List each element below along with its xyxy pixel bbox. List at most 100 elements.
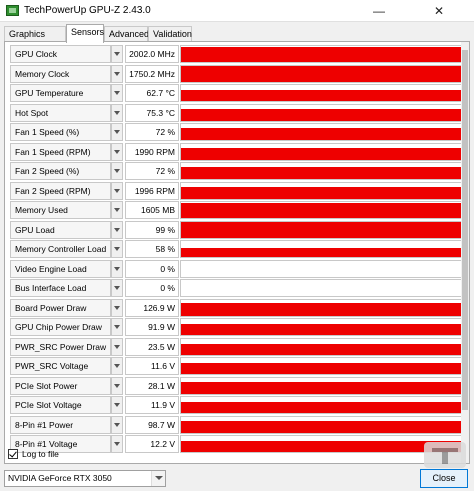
sensor-row: PWR_SRC Voltage 11.6 V (8, 357, 466, 376)
chevron-down-icon[interactable] (111, 337, 123, 356)
sensor-graph (180, 396, 463, 414)
chevron-down-icon[interactable] (111, 103, 123, 122)
chevron-down-icon[interactable] (111, 240, 123, 258)
sensor-graph-fill (181, 362, 462, 374)
minimize-icon[interactable]: — (360, 0, 398, 22)
sensor-row: PCIe Slot Voltage 11.9 V (8, 396, 466, 415)
chevron-down-icon[interactable] (111, 64, 123, 83)
sensor-value: 1996 RPM (125, 181, 179, 200)
watermark-logo (424, 442, 466, 468)
sensor-name: GPU Chip Power Draw (10, 318, 111, 336)
sensor-graph-fill (181, 128, 462, 140)
sensor-value: 91.9 W (125, 318, 179, 336)
chevron-down-icon[interactable] (111, 376, 123, 395)
sensor-graph-fill (181, 247, 462, 257)
sensor-name: PWR_SRC Power Draw (10, 337, 111, 356)
sensor-row: Hot Spot 75.3 °C (8, 103, 466, 123)
sensor-value: 1750.2 MHz (125, 64, 179, 83)
sensor-row: GPU Chip Power Draw 91.9 W (8, 318, 466, 337)
sensor-graph (180, 162, 463, 180)
chevron-down-icon[interactable] (111, 259, 123, 278)
gpu-z-app-icon (6, 5, 19, 16)
sensor-graph (180, 64, 463, 83)
sensor-graph (180, 435, 463, 453)
chevron-down-icon[interactable] (111, 298, 123, 317)
sensor-graph (180, 45, 463, 63)
chevron-down-icon[interactable] (111, 162, 123, 180)
sensor-graph (180, 259, 463, 278)
sensor-row: Memory Used 1605 MB (8, 201, 466, 220)
chevron-down-icon[interactable] (111, 415, 123, 434)
sensor-graph-fill (181, 401, 462, 413)
sensor-name: Fan 1 Speed (RPM) (10, 142, 111, 161)
sensor-name: Fan 2 Speed (%) (10, 162, 111, 180)
scrollbar-thumb[interactable] (462, 50, 468, 410)
log-to-file-label: Log to file (22, 449, 59, 459)
chevron-down-icon[interactable] (111, 357, 123, 375)
sensor-graph-fill (181, 109, 462, 121)
chevron-down-icon[interactable] (111, 279, 123, 297)
chevron-down-icon[interactable] (111, 201, 123, 219)
sensor-row: GPU Load 99 % (8, 220, 466, 240)
sensor-graph-fill (181, 323, 462, 335)
sensor-name: GPU Temperature (10, 84, 111, 102)
sensor-value: 2002.0 MHz (125, 45, 179, 63)
chevron-down-icon[interactable] (151, 471, 165, 486)
sensor-graph (180, 415, 463, 434)
sensor-row: Fan 1 Speed (RPM) 1990 RPM (8, 142, 466, 162)
sensor-value: 1605 MB (125, 201, 179, 219)
sensor-name: GPU Load (10, 220, 111, 239)
sensor-name: GPU Clock (10, 45, 111, 63)
sensor-graph (180, 337, 463, 356)
sensor-row: Bus Interface Load 0 % (8, 279, 466, 298)
vertical-scrollbar[interactable] (461, 42, 469, 463)
sensor-name: Memory Controller Load (10, 240, 111, 258)
sensor-value: 99 % (125, 220, 179, 239)
tab-validation[interactable]: Validation (148, 26, 192, 42)
chevron-down-icon[interactable] (111, 396, 123, 414)
sensor-value: 58 % (125, 240, 179, 258)
sensor-name: 8-Pin #1 Power (10, 415, 111, 434)
sensor-name: Board Power Draw (10, 298, 111, 317)
sensor-value: 23.5 W (125, 337, 179, 356)
tab-graphics-card[interactable]: Graphics Card (4, 26, 66, 54)
sensor-row: PCIe Slot Power 28.1 W (8, 376, 466, 396)
sensor-row: Board Power Draw 126.9 W (8, 298, 466, 318)
sensor-value: 72 % (125, 123, 179, 141)
chevron-down-icon[interactable] (111, 220, 123, 239)
chevron-down-icon[interactable] (111, 123, 123, 141)
chevron-down-icon[interactable] (111, 181, 123, 200)
sensor-value: 28.1 W (125, 376, 179, 395)
sensor-value: 0 % (125, 279, 179, 297)
chevron-down-icon[interactable] (111, 84, 123, 102)
sensor-graph (180, 376, 463, 395)
chevron-down-icon[interactable] (111, 142, 123, 161)
sensor-row: Memory Controller Load 58 % (8, 240, 466, 259)
close-button[interactable]: Close (420, 469, 468, 488)
sensor-graph (180, 357, 463, 375)
chevron-down-icon[interactable] (111, 318, 123, 336)
sensor-name: PCIe Slot Voltage (10, 396, 111, 414)
sensor-graph (180, 201, 463, 219)
sensor-row: PWR_SRC Power Draw 23.5 W (8, 337, 466, 357)
sensor-value: 72 % (125, 162, 179, 180)
chevron-down-icon[interactable] (111, 45, 123, 63)
log-to-file-checkbox[interactable] (8, 449, 18, 459)
sensor-name: Memory Clock (10, 64, 111, 83)
chevron-down-icon[interactable] (111, 435, 123, 453)
sensor-graph-fill (181, 302, 462, 316)
sensor-graph-fill (181, 221, 462, 238)
tab-sensors[interactable]: Sensors (66, 24, 104, 43)
sensor-value: 1990 RPM (125, 142, 179, 161)
sensor-row: GPU Temperature 62.7 °C (8, 84, 466, 103)
sensor-graph-fill (181, 66, 462, 82)
tab-advanced[interactable]: Advanced (104, 26, 149, 42)
sensor-row: Memory Clock 1750.2 MHz (8, 64, 466, 84)
gpu-select[interactable]: NVIDIA GeForce RTX 3050 (4, 470, 166, 487)
sensor-graph (180, 181, 463, 200)
close-icon[interactable]: ✕ (420, 0, 458, 22)
sensor-value: 0 % (125, 259, 179, 278)
sensor-name: PCIe Slot Power (10, 376, 111, 395)
sensor-graph-fill (181, 421, 462, 433)
sensor-name: PWR_SRC Voltage (10, 357, 111, 375)
